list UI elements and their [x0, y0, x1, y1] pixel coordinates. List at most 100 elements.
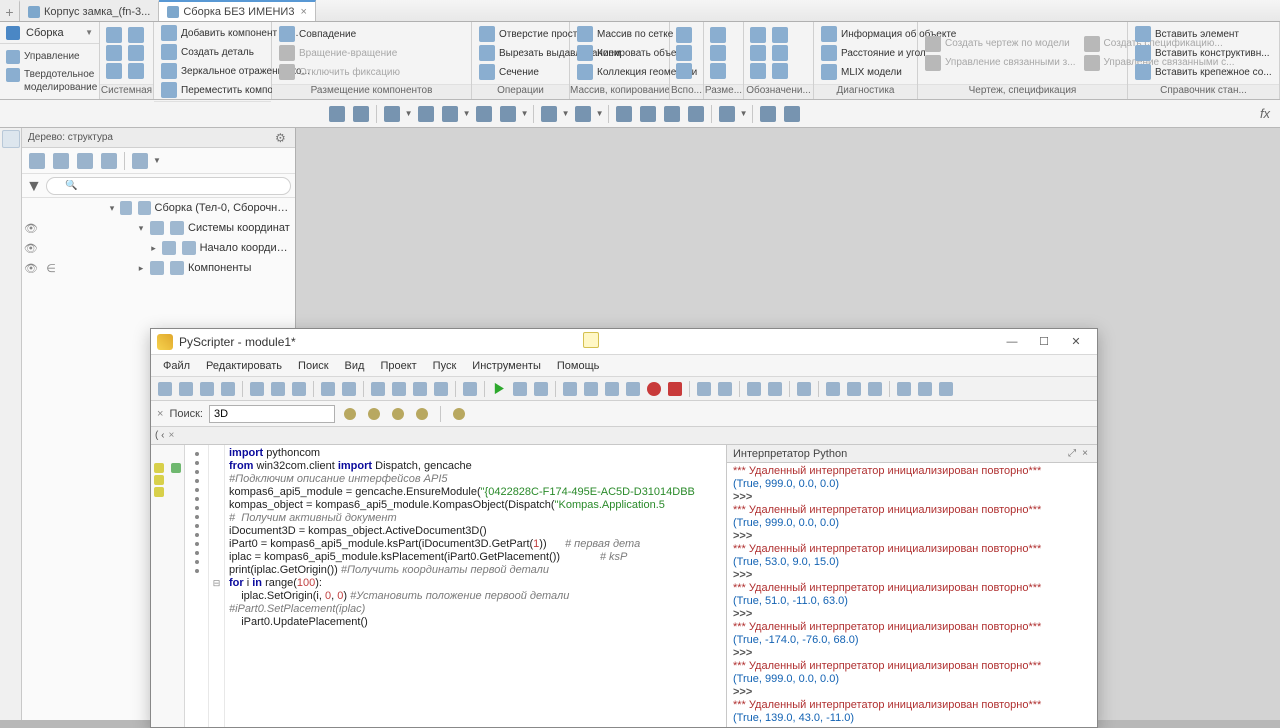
sys-icon[interactable]: [128, 27, 144, 43]
tb-button[interactable]: [613, 103, 635, 125]
find-button[interactable]: [389, 379, 409, 399]
interpreter-output[interactable]: *** Удаленный интерпретатор инициализиро…: [727, 463, 1097, 727]
new-tab-button[interactable]: +: [0, 0, 20, 21]
step-button[interactable]: [602, 379, 622, 399]
abort-button[interactable]: [665, 379, 685, 399]
dim-icon[interactable]: [710, 63, 726, 79]
cut-button[interactable]: [247, 379, 267, 399]
find-opt-button[interactable]: [413, 405, 431, 423]
unfix-button[interactable]: Отключить фиксацию: [276, 63, 403, 81]
zoom-button[interactable]: [381, 103, 403, 125]
step-button[interactable]: [623, 379, 643, 399]
debug-button[interactable]: [510, 379, 530, 399]
run-button[interactable]: [489, 379, 509, 399]
anno-icon[interactable]: [750, 27, 766, 43]
create-drawing-button[interactable]: Создать чертеж по модели: [922, 35, 1079, 53]
strip-button[interactable]: [2, 130, 20, 148]
tree-tool[interactable]: [26, 150, 48, 172]
fold-gutter[interactable]: ⊟: [209, 445, 225, 727]
find-next-button[interactable]: [341, 405, 359, 423]
manage-linked-button[interactable]: Управление связанными з...: [922, 54, 1079, 72]
window-titlebar[interactable]: PyScripter - module1* — ☐ ✕: [151, 329, 1097, 355]
aux-icon[interactable]: [676, 27, 692, 43]
mode-button[interactable]: Сборка ▼: [0, 22, 99, 44]
highlight-button[interactable]: [389, 405, 407, 423]
anno-icon[interactable]: [772, 27, 788, 43]
save-icon[interactable]: [106, 63, 122, 79]
new-icon[interactable]: [106, 27, 122, 43]
tb-button[interactable]: [497, 103, 519, 125]
doc-tab-1[interactable]: Сборка БЕЗ ИМЕНИ3 ×: [159, 0, 316, 21]
comment-button[interactable]: [794, 379, 814, 399]
tree-tool[interactable]: [50, 150, 72, 172]
menu-Поиск[interactable]: Поиск: [292, 358, 334, 374]
maximize-button[interactable]: ☐: [1029, 332, 1059, 352]
tb-button[interactable]: [757, 103, 779, 125]
aux-icon[interactable]: [676, 63, 692, 79]
close-icon[interactable]: ×: [1079, 448, 1091, 459]
step-button[interactable]: [560, 379, 580, 399]
close-tab-icon[interactable]: ×: [168, 430, 174, 441]
tb-button[interactable]: [781, 103, 803, 125]
find-opt-button[interactable]: [450, 405, 468, 423]
fx-button[interactable]: fx: [1254, 103, 1276, 125]
nav-back-button[interactable]: [694, 379, 714, 399]
copy-button[interactable]: [268, 379, 288, 399]
tb-button[interactable]: [572, 103, 594, 125]
menu-Инструменты[interactable]: Инструменты: [466, 358, 547, 374]
toolbar-button[interactable]: [460, 379, 480, 399]
menu-Вид[interactable]: Вид: [339, 358, 371, 374]
tb-button[interactable]: [685, 103, 707, 125]
anno-icon[interactable]: [750, 63, 766, 79]
gear-icon[interactable]: ⚙: [275, 131, 289, 145]
tb-button[interactable]: [637, 103, 659, 125]
step-button[interactable]: [581, 379, 601, 399]
paste-button[interactable]: [289, 379, 309, 399]
anno-icon[interactable]: [772, 45, 788, 61]
aux-icon[interactable]: [676, 45, 692, 61]
tb-button[interactable]: [415, 103, 437, 125]
find-button[interactable]: [431, 379, 451, 399]
indent-button[interactable]: [744, 379, 764, 399]
tb-button[interactable]: [439, 103, 461, 125]
menu-Помощь[interactable]: Помощь: [551, 358, 606, 374]
menu-Проект[interactable]: Проект: [374, 358, 422, 374]
layout-button[interactable]: [936, 379, 956, 399]
list-button[interactable]: [823, 379, 843, 399]
rotation-button[interactable]: Вращение-вращение: [276, 44, 403, 62]
nav-fwd-button[interactable]: [715, 379, 735, 399]
find-button[interactable]: [368, 379, 388, 399]
insert-element-button[interactable]: Вставить элемент: [1132, 25, 1275, 43]
code-editor[interactable]: import pythoncomfrom win32com.client imp…: [225, 445, 726, 727]
open-file-button[interactable]: [176, 379, 196, 399]
sys-icon[interactable]: [128, 45, 144, 61]
tb-button[interactable]: [473, 103, 495, 125]
open-icon[interactable]: [106, 45, 122, 61]
search-input[interactable]: [209, 405, 335, 423]
layout-button[interactable]: [894, 379, 914, 399]
menu-Пуск[interactable]: Пуск: [427, 358, 463, 374]
tb-button[interactable]: [661, 103, 683, 125]
tree-tool[interactable]: [129, 150, 151, 172]
step-button[interactable]: [531, 379, 551, 399]
filter-icon[interactable]: ▼: [26, 178, 42, 194]
tb-button[interactable]: [350, 103, 372, 125]
tree-search-input[interactable]: [46, 177, 291, 195]
save-file-button[interactable]: [197, 379, 217, 399]
dedent-button[interactable]: [765, 379, 785, 399]
breakpoint-gutter[interactable]: [185, 445, 209, 727]
dim-icon[interactable]: [710, 45, 726, 61]
tab-controls[interactable]: ( ‹: [155, 430, 164, 441]
sys-icon[interactable]: [128, 63, 144, 79]
coincidence-button[interactable]: Совпадение: [276, 25, 403, 43]
tree-tool[interactable]: [74, 150, 96, 172]
filter-button[interactable]: [716, 103, 738, 125]
minimize-button[interactable]: —: [997, 332, 1027, 352]
anno-icon[interactable]: [772, 63, 788, 79]
undo-button[interactable]: [318, 379, 338, 399]
insert-construct-button[interactable]: Вставить конструктивн...: [1132, 44, 1275, 62]
print-button[interactable]: [218, 379, 238, 399]
dim-icon[interactable]: [710, 27, 726, 43]
tree-tool[interactable]: [98, 150, 120, 172]
find-prev-button[interactable]: [365, 405, 383, 423]
